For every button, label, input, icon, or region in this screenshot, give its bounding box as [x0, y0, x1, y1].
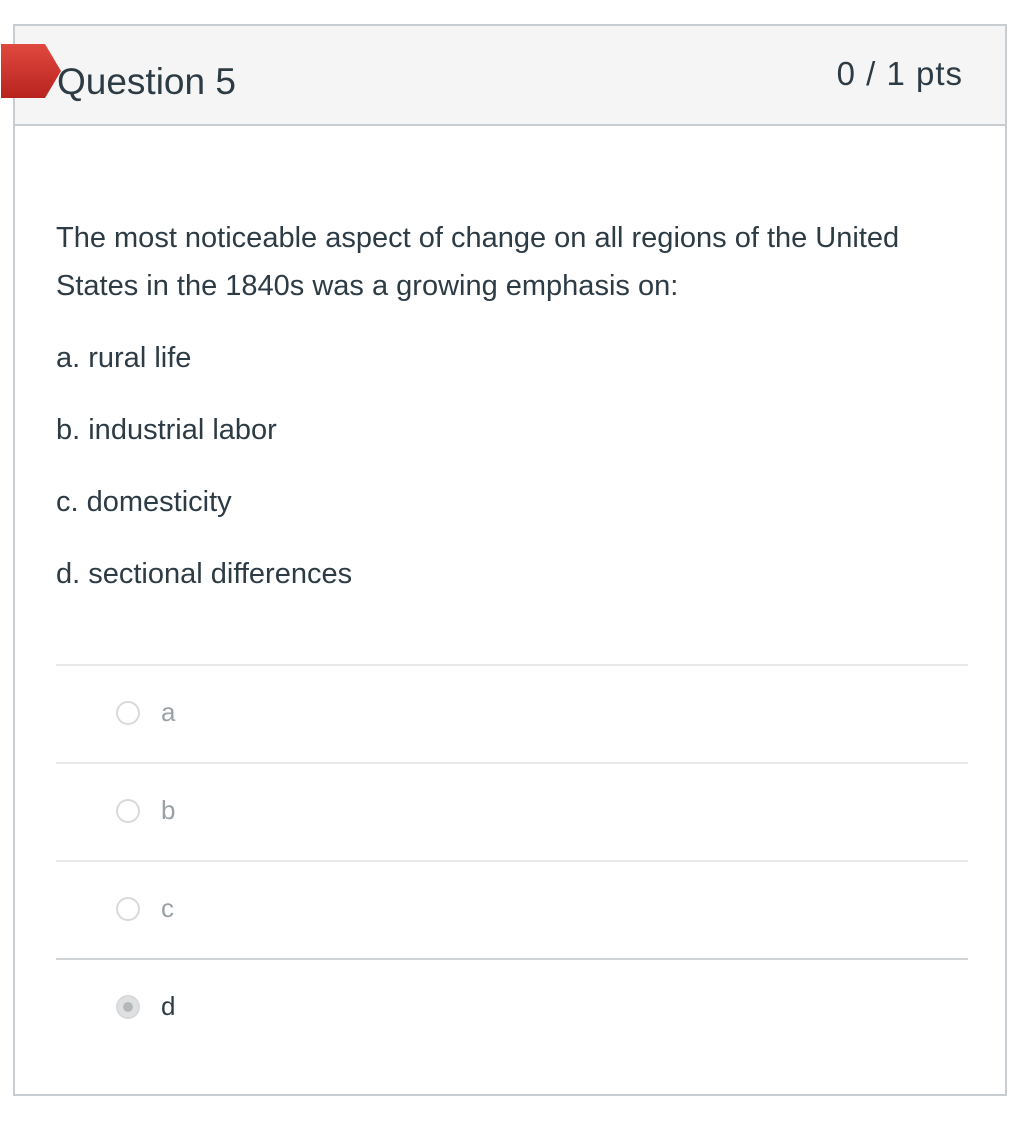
answer-label-b: b: [161, 795, 176, 825]
question-header: Question 5 0 / 1 pts: [1, 26, 1005, 126]
radio-button-d[interactable]: [116, 995, 140, 1019]
answer-label-c: c: [161, 893, 174, 923]
incorrect-flag-icon: [1, 44, 61, 98]
answer-option-a[interactable]: a: [56, 664, 968, 762]
answer-option-c[interactable]: c: [56, 860, 968, 958]
radio-button-c[interactable]: [116, 897, 140, 921]
option-text-d: d. sectional differences: [56, 558, 353, 590]
answer-option-d[interactable]: d: [56, 958, 968, 1056]
answer-list: a b c d: [56, 664, 968, 1056]
question-card: Question 5 0 / 1 pts The most noticeable…: [1, 24, 1007, 1096]
answer-label-a: a: [161, 697, 176, 727]
option-text-a: a. rural life: [56, 342, 192, 374]
option-text-c: c. domesticity: [56, 486, 232, 518]
answer-label-d: d: [161, 991, 176, 1021]
radio-button-b[interactable]: [116, 799, 140, 823]
question-body: The most noticeable aspect of change on …: [56, 214, 976, 598]
radio-button-a[interactable]: [116, 701, 140, 725]
question-title: Question 5: [57, 61, 236, 102]
question-text: The most noticeable aspect of change on …: [56, 222, 900, 302]
option-text-b: b. industrial labor: [56, 414, 277, 446]
question-points: 0 / 1 pts: [836, 55, 963, 92]
answer-option-b[interactable]: b: [56, 762, 968, 860]
